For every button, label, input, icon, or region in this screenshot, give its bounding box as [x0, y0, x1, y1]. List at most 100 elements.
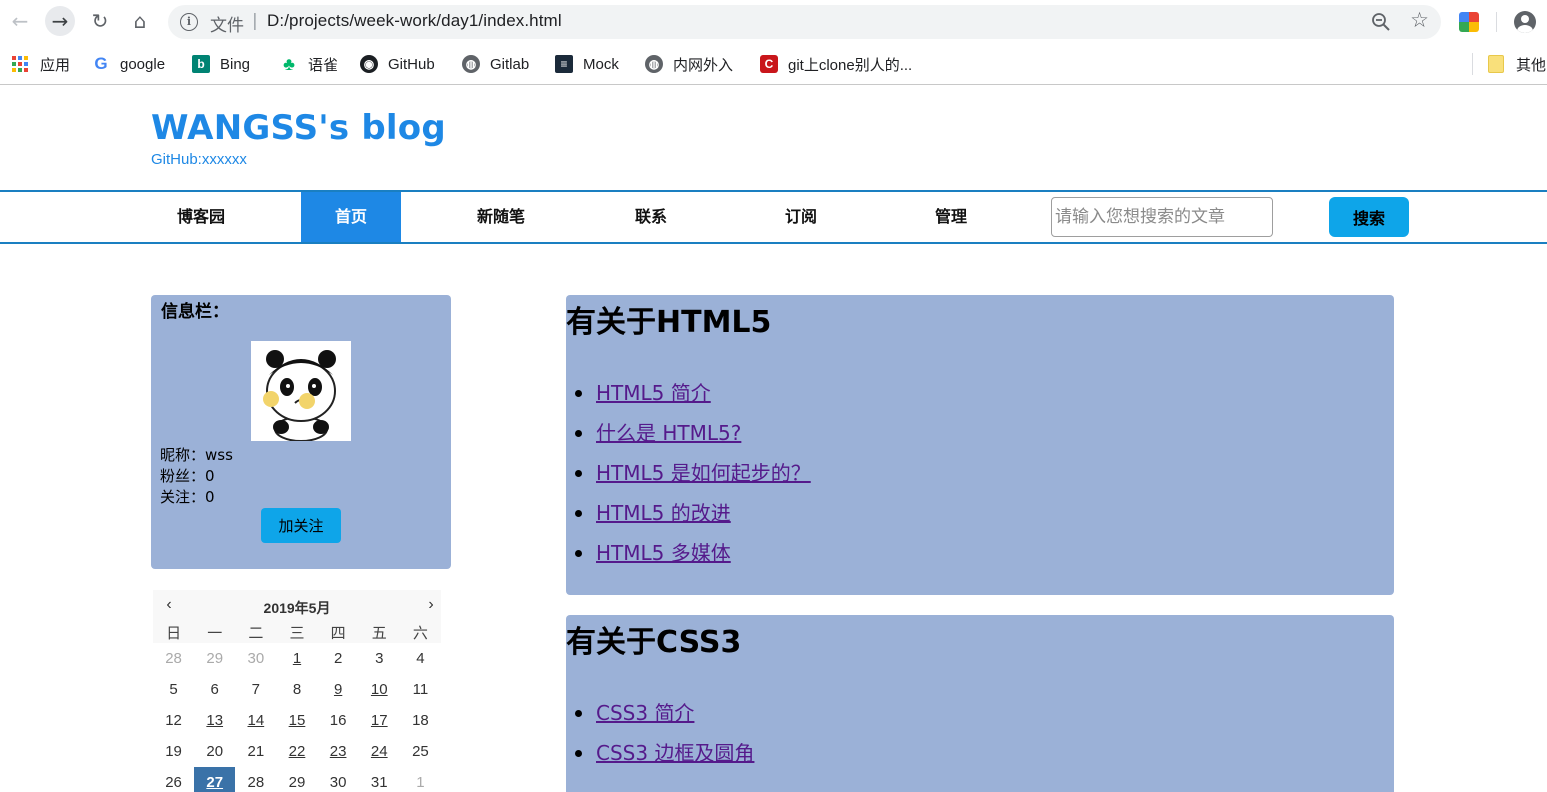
article-link[interactable]: CSS3 边框及圆角	[596, 741, 754, 765]
list-item: HTML5 简介	[575, 379, 811, 419]
article-link[interactable]: 什么是 HTML5?	[596, 421, 741, 445]
bookmark-apps[interactable]: 应用	[12, 54, 70, 74]
article-panel-html5: 有关于HTML5 HTML5 简介 什么是 HTML5? HTML5 是如何起步…	[566, 295, 1394, 595]
calendar-day: 11	[412, 681, 429, 698]
bookmark-other-folder[interactable]: 其他	[1488, 54, 1546, 74]
calendar-day-link[interactable]: 10	[359, 674, 400, 705]
calendar-week-row: 26 27 28 29 30 31 1	[153, 767, 441, 792]
nav-item-manage[interactable]: 管理	[901, 192, 1001, 242]
bookmark-gitlab[interactable]: ◍ Gitlab	[462, 54, 529, 74]
calendar-day-link[interactable]: 23	[318, 736, 359, 767]
article-link-list: CSS3 简介 CSS3 边框及圆角	[574, 699, 754, 779]
article-link[interactable]: HTML5 的改进	[596, 501, 731, 525]
blog-title: WANGSS's blog	[151, 108, 446, 148]
bookmark-intranet[interactable]: ◍ 内网外入	[645, 54, 733, 74]
calendar-day: 28	[247, 774, 265, 791]
weekday-label: 六	[399, 622, 441, 643]
calendar-day: 19	[165, 743, 182, 760]
bookmark-star-icon[interactable]: ☆	[1410, 8, 1429, 32]
zoom-out-icon[interactable]	[1371, 12, 1391, 32]
article-link-list: HTML5 简介 什么是 HTML5? HTML5 是如何起步的？ HTML5 …	[575, 379, 811, 579]
calendar-next-month-icon[interactable]: ›	[421, 596, 441, 614]
forward-arrow-icon[interactable]: →	[45, 6, 75, 36]
calendar-day: 30	[329, 774, 347, 791]
bookmark-label: Mock	[583, 55, 619, 73]
bookmark-label: GitHub	[388, 55, 435, 73]
blog-page: WANGSS's blog GitHub:xxxxxx 博客园 首页 新随笔 联…	[0, 86, 1547, 792]
calendar-day: 8	[292, 681, 302, 698]
calendar-month-title: 2019年5月	[263, 600, 331, 616]
info-panel: 信息栏： 昵称：wss 粉丝：0 关注：0 加关注	[151, 295, 451, 569]
back-arrow-icon[interactable]: ←	[5, 6, 35, 36]
article-link[interactable]: HTML5 简介	[596, 381, 711, 405]
nav-item-new-post[interactable]: 新随笔	[451, 192, 551, 242]
article-panel-title: 有关于CSS3	[566, 625, 742, 660]
profile-icon[interactable]	[1514, 11, 1536, 33]
calendar-day-link[interactable]: 1	[276, 643, 317, 674]
nav-item-blog-park[interactable]: 博客园	[151, 192, 251, 242]
weekday-label: 五	[358, 622, 400, 643]
calendar-day-link[interactable]: 24	[359, 736, 400, 767]
url-text[interactable]: D:/projects/week-work/day1/index.html	[267, 11, 562, 31]
list-item: CSS3 边框及圆角	[574, 739, 754, 779]
nav-item-subscribe[interactable]: 订阅	[751, 192, 851, 242]
calendar-day: 26	[165, 774, 182, 791]
calendar-day: 21	[247, 743, 265, 760]
panda-avatar-icon	[251, 341, 351, 441]
browser-toolbar: ← → ↻ ⌂ i 文件 | D:/projects/week-work/day…	[0, 0, 1547, 44]
reload-icon[interactable]: ↻	[85, 6, 115, 36]
article-link[interactable]: HTML5 多媒体	[596, 541, 731, 565]
article-link[interactable]: CSS3 简介	[596, 701, 694, 725]
nav-item-home[interactable]: 首页	[301, 192, 401, 242]
bookmark-bing[interactable]: b Bing	[192, 54, 250, 74]
bookmark-github[interactable]: ◉ GitHub	[360, 54, 435, 74]
bookmark-label: Gitlab	[490, 55, 530, 73]
calendar-day-link[interactable]: 15	[276, 705, 317, 736]
calendar-week-row: 12 13 14 15 16 17 18	[153, 705, 441, 736]
bookmark-yuque[interactable]: ♣ 语雀	[280, 54, 338, 74]
calendar-day-today[interactable]: 27	[194, 767, 236, 792]
calendar-day: 29	[206, 650, 224, 667]
bing-icon: b	[192, 55, 210, 73]
calendar-header: ‹ 2019年5月 ›	[153, 590, 441, 622]
globe-icon: ◍	[462, 55, 480, 73]
calendar-day: 7	[251, 681, 261, 698]
bookmarks-divider	[1472, 53, 1473, 75]
csdn-icon: C	[760, 55, 778, 73]
extension-icon[interactable]	[1459, 12, 1479, 32]
calendar-day: 28	[165, 650, 182, 667]
article-link[interactable]: HTML5 是如何起步的？	[596, 461, 811, 485]
nav-item-contact[interactable]: 联系	[601, 192, 701, 242]
calendar-day-link[interactable]: 9	[318, 674, 359, 705]
weekday-label: 四	[317, 622, 359, 643]
bookmark-label: 其他	[1516, 56, 1547, 74]
calendar-day: 12	[165, 712, 182, 729]
search-input[interactable]	[1051, 197, 1273, 237]
follow-button[interactable]: 加关注	[261, 508, 341, 543]
blog-subtitle: GitHub:xxxxxx	[151, 151, 247, 168]
calendar-day-link[interactable]: 22	[276, 736, 317, 767]
calendar-day: 31	[370, 774, 388, 791]
calendar-weekday-row: 日 一 二 三 四 五 六	[153, 622, 441, 643]
calendar-day: 30	[247, 650, 265, 667]
globe-icon: ◍	[645, 55, 663, 73]
calendar-day-link[interactable]: 14	[235, 705, 276, 736]
calendar-week-row: 19 20 21 22 23 24 25	[153, 736, 441, 767]
bookmark-mock[interactable]: ≡ Mock	[555, 54, 619, 74]
home-icon[interactable]: ⌂	[125, 6, 155, 36]
mock-icon: ≡	[555, 55, 573, 73]
weekday-label: 一	[194, 622, 236, 643]
weekday-label: 二	[235, 622, 277, 643]
address-bar[interactable]: i 文件 | D:/projects/week-work/day1/index.…	[168, 5, 1441, 39]
bookmark-google[interactable]: G google	[92, 54, 165, 74]
search-button[interactable]: 搜索	[1329, 197, 1409, 237]
info-icon[interactable]: i	[180, 13, 198, 31]
following-count-text: 关注：0	[160, 488, 215, 506]
fans-count-text: 粉丝：0	[160, 467, 215, 485]
bookmark-csdn[interactable]: C git上clone别人的...	[760, 54, 912, 74]
calendar-day-link[interactable]: 13	[194, 705, 235, 736]
bookmark-label: 语雀	[308, 56, 339, 74]
calendar-day: 25	[412, 743, 429, 760]
folder-icon	[1488, 55, 1504, 73]
calendar-day-link[interactable]: 17	[359, 705, 400, 736]
